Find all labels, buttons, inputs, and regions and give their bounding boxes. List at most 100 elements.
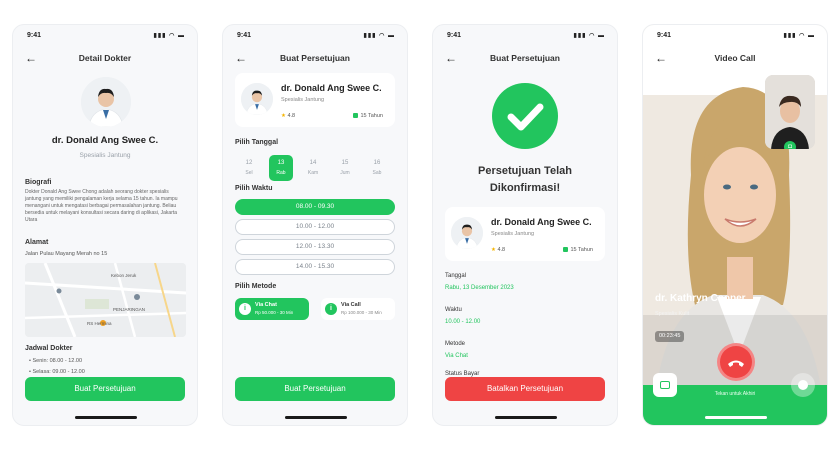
page-title: Buat Persetujuan <box>280 53 350 63</box>
doctor-avatar <box>241 83 273 115</box>
doctor-name: dr. Donald Ang Swee C. <box>491 217 592 227</box>
briefcase-icon <box>563 247 569 252</box>
status-time: 9:41 <box>237 32 252 39</box>
date-value: Rabu, 13 Desember 2023 <box>445 285 514 291</box>
doctor-rating: ★ 4.8 <box>281 113 296 119</box>
map-label: RS Hermina <box>87 321 112 326</box>
doctor-rating: ★ 4.8 <box>491 247 506 253</box>
method-label: Metode <box>445 341 466 347</box>
doctor-specialty: Spesialis Jantung <box>79 152 131 159</box>
method-name: Via Chat <box>255 302 277 308</box>
method-label: Pilih Metode <box>235 283 277 290</box>
address-text: Jalan Pulau Mayang Merah no 15 <box>25 251 108 257</box>
phone-hangup-icon <box>728 360 744 367</box>
briefcase-icon <box>353 113 359 118</box>
schedule-item: • Senin: 08.00 - 12.00 <box>29 358 83 364</box>
method-chat-option[interactable]: i Via Chat Rp 50.000 - 30 Min <box>235 298 309 320</box>
bio-text: Dokter Donald Ang Swee Chong adalah seor… <box>25 189 178 223</box>
doctor-card: dr. Donald Ang Swee C. Spesialis Jantung… <box>445 207 605 261</box>
home-indicator <box>75 416 137 419</box>
page-title: Detail Dokter <box>78 53 132 63</box>
schedule-label: Jadwal Dokter <box>25 345 73 352</box>
cancel-appointment-button[interactable]: Batalkan Persetujuan <box>445 377 605 401</box>
doctor-name: dr. Donald Ang Swee C. <box>51 135 159 146</box>
phone-create-appointment: 9:41 ▮▮▮ ◠ ▬ ← Buat Persetujuan dr. Dona… <box>222 24 408 426</box>
chat-icon: i <box>239 303 251 315</box>
nav-bar: ← Buat Persetujuan <box>433 51 617 67</box>
home-indicator <box>285 416 347 419</box>
map-label: PENJARINGAN <box>113 307 146 312</box>
location-map[interactable]: Kebon Jeruk RS Hermina PENJARINGAN <box>25 263 186 337</box>
time-slot-selected[interactable]: 08.00 - 09.30 <box>235 199 395 215</box>
phone-icon: i <box>325 303 337 315</box>
date-option[interactable]: 16 Sab <box>365 155 389 181</box>
doctor-specialty: Spesialis Jantung <box>491 231 535 237</box>
phone-confirmation: 9:41 ▮▮▮ ◠ ▬ ← Buat Persetujuan Persetuj… <box>432 24 618 426</box>
create-appointment-button[interactable]: Buat Persetujuan <box>25 377 185 401</box>
status-bar: 9:41 ▮▮▮ ◠ ▬ <box>643 31 827 41</box>
method-price: Rp 100.000 - 30 Min <box>341 310 382 315</box>
method-call-option[interactable]: i Via Call Rp 100.000 - 30 Min <box>321 298 395 320</box>
method-price: Rp 50.000 - 30 Min <box>255 310 294 315</box>
status-bar: 9:41 ▮▮▮ ◠ ▬ <box>223 31 407 41</box>
status-time: 9:41 <box>657 32 672 39</box>
status-icons: ▮▮▮ ◠ ▬ <box>363 33 395 39</box>
date-option-selected[interactable]: 13 Rab <box>269 155 293 181</box>
doctor-name: dr. Donald Ang Swee C. <box>281 83 382 93</box>
options-icon <box>798 380 808 390</box>
phone-detail-doctor: 9:41 ▮▮▮ ◠ ▬ ← Detail Dokter dr. Donald … <box>12 24 198 426</box>
date-option[interactable]: 12 Sel <box>237 155 261 181</box>
time-label: Pilih Waktu <box>235 185 273 192</box>
home-indicator <box>495 416 557 419</box>
home-indicator <box>705 416 767 419</box>
success-check-icon <box>492 83 558 149</box>
time-value: 10.00 - 12.00 <box>445 319 481 325</box>
doctor-experience: 15 Tahun <box>563 247 593 253</box>
nav-bar: ← Video Call <box>643 51 827 67</box>
app-showcase: 9:41 ▮▮▮ ◠ ▬ ← Detail Dokter dr. Donald … <box>0 0 838 450</box>
page-title: Buat Persetujuan <box>490 53 560 63</box>
doctor-specialty: Spesialis Jantung <box>281 97 325 103</box>
method-name: Via Call <box>341 302 361 308</box>
caller-specialty: Spesialis Kulit <box>655 311 690 317</box>
date-picker: 12 Sel 13 Rab 14 Kam 15 Jum 16 Sab <box>231 155 407 181</box>
call-duration: 00:23:45 <box>655 331 685 342</box>
caller-name: dr. Kathryn Cooper <box>655 293 746 304</box>
end-call-button[interactable] <box>717 343 755 381</box>
time-slot[interactable]: 10.00 - 12.00 <box>235 219 395 235</box>
map-label: Kebon Jeruk <box>111 273 137 278</box>
doctor-card: dr. Donald Ang Swee C. Spesialis Jantung… <box>235 73 395 127</box>
date-option[interactable]: 14 Kam <box>301 155 325 181</box>
camera-switch-icon[interactable]: ◘ <box>784 141 796 149</box>
status-icons: ▮▮▮ ◠ ▬ <box>573 33 605 39</box>
doctor-experience: 15 Tahun <box>353 113 383 119</box>
status-icons: ▮▮▮ ◠ ▬ <box>153 33 185 39</box>
doctor-avatar <box>81 77 131 127</box>
star-icon: ★ <box>281 113 286 119</box>
date-label: Pilih Tanggal <box>235 139 279 146</box>
method-value: Via Chat <box>445 353 468 359</box>
self-video-preview[interactable]: ◘ <box>765 75 815 149</box>
status-time: 9:41 <box>27 32 42 39</box>
status-bar: 9:41 ▮▮▮ ◠ ▬ <box>13 31 197 41</box>
page-title: Video Call <box>714 53 756 63</box>
nav-bar: ← Detail Dokter <box>13 51 197 67</box>
video-camera-icon <box>660 381 670 389</box>
schedule-item: • Selasa: 09.00 - 12.00 <box>29 369 85 375</box>
bio-label: Biografi <box>25 179 52 186</box>
star-icon: ★ <box>491 247 496 253</box>
create-appointment-button[interactable]: Buat Persetujuan <box>235 377 395 401</box>
status-icons: ▮▮▮ ◠ ▬ <box>783 33 815 39</box>
more-options-button[interactable] <box>791 373 815 397</box>
status-bar: 9:41 ▮▮▮ ◠ ▬ <box>433 31 617 41</box>
confirmation-heading-line2: Dikonfirmasi! <box>489 182 561 194</box>
phone-video-call: 9:41 ▮▮▮ ◠ ▬ ← Video Call ◘ dr. Kathryn … <box>642 24 828 426</box>
status-time: 9:41 <box>447 32 462 39</box>
date-option[interactable]: 15 Jum <box>333 155 357 181</box>
time-slot[interactable]: 12.00 - 13.30 <box>235 239 395 255</box>
confirmation-heading: Persetujuan Telah <box>478 165 572 177</box>
time-slot[interactable]: 14.00 - 15.30 <box>235 259 395 275</box>
date-label: Tanggal <box>445 273 467 279</box>
time-label: Waktu <box>445 307 462 313</box>
address-label: Alamat <box>25 239 49 246</box>
